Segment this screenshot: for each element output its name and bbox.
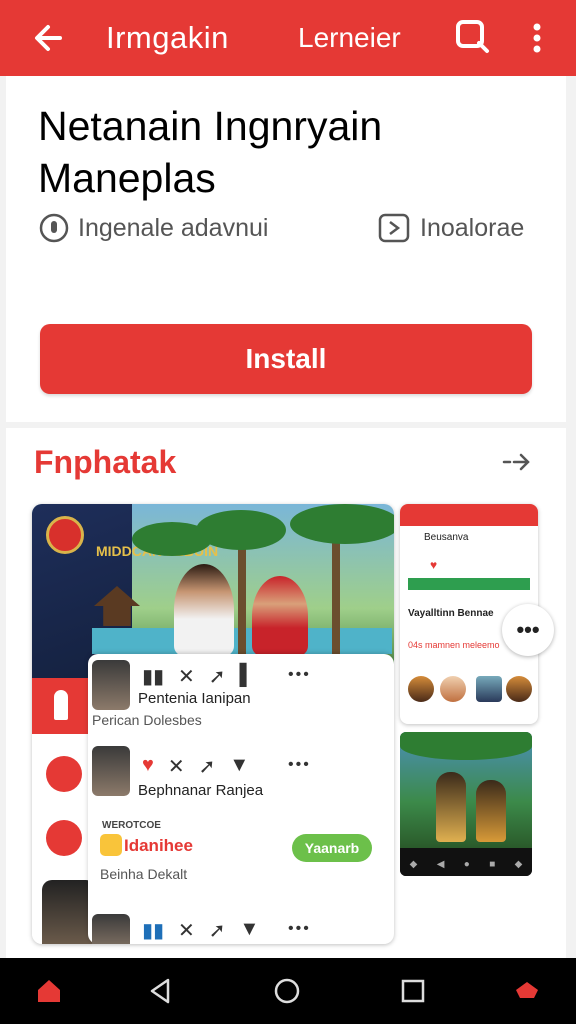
cross-icon[interactable]: ✕ xyxy=(168,754,185,779)
share-icon[interactable]: ➚ xyxy=(199,754,216,779)
screenshot-main[interactable]: MIDDCAN LEBUIN xyxy=(32,504,394,944)
flag-icon[interactable]: ▌ xyxy=(240,664,254,689)
recents-icon[interactable] xyxy=(398,976,428,1006)
promo-subtitle: Beinha Dekalt xyxy=(100,866,188,882)
phone-nav-item: ◆ xyxy=(514,858,523,870)
feed-row[interactable]: ▮▮ ✕ ➚ ▌ ••• Pentenia Ianipan Perican Doles… xyxy=(88,654,394,728)
row-dots: ••• xyxy=(288,666,311,683)
badge-icon xyxy=(100,834,122,856)
meta-developer[interactable]: Ingenale adavnui xyxy=(38,212,268,244)
person-image xyxy=(252,576,308,656)
phone-title: Vayalltinn Bennae xyxy=(408,608,494,619)
phone-meta: 04s mamnen meleemo xyxy=(408,640,500,650)
palm-frond xyxy=(132,522,212,556)
avatar xyxy=(506,676,532,702)
cross-icon[interactable]: ✕ xyxy=(178,664,195,689)
promo-button[interactable]: Yaanarb xyxy=(292,834,372,862)
home-icon[interactable] xyxy=(34,976,64,1006)
phone-heart-icon: ♥ xyxy=(430,558,438,572)
phone-header: Beusanva xyxy=(424,532,469,543)
system-nav-bar xyxy=(0,958,576,1024)
search-icon[interactable] xyxy=(452,16,492,56)
play-square-icon xyxy=(378,213,410,243)
phone-nav-item: ◀ xyxy=(436,858,445,870)
promo-label: WEROTCOE xyxy=(102,820,161,831)
phone-nav-item: ■ xyxy=(489,858,496,870)
top-app-bar: Irmgakin Lerneier xyxy=(0,0,576,76)
app-header-card: Netanain Ingnryain Maneplas Ingenale ada… xyxy=(6,76,566,422)
row-dots: ••• xyxy=(288,756,311,773)
meta-developer-label: Ingenale adavnui xyxy=(78,213,269,242)
flag-icon[interactable]: ▼ xyxy=(240,918,260,943)
action-icons: ▮▮ ✕ ➚ ▼ xyxy=(142,918,259,943)
red-side-tile xyxy=(32,678,88,734)
cross-icon[interactable]: ✕ xyxy=(178,918,195,943)
feed-row[interactable]: ▮▮ ✕ ➚ ▼ ••• xyxy=(88,892,394,944)
palm-trunk xyxy=(238,534,246,654)
phone-status-bar xyxy=(400,504,538,526)
install-button[interactable]: Install xyxy=(40,324,532,394)
red-circle-icon[interactable] xyxy=(46,756,82,792)
more-options-icon[interactable] xyxy=(522,18,552,58)
avatar xyxy=(92,914,130,944)
promo-row[interactable]: WEROTCOE Idanihee Yaanarb Beinha Dekalt xyxy=(88,818,394,888)
back-arrow-icon[interactable] xyxy=(30,18,70,58)
red-circle-icon[interactable] xyxy=(46,820,82,856)
info-circle-icon xyxy=(39,213,69,243)
app-bar-title: Irmgakin xyxy=(106,20,229,55)
app-title: Netanain Ingnryain Maneplas xyxy=(38,103,383,201)
arrow-right-icon[interactable] xyxy=(502,450,532,474)
avatar xyxy=(92,660,130,710)
person-image xyxy=(436,772,466,842)
meta-category[interactable]: Inoalorae xyxy=(378,212,524,244)
avatar xyxy=(440,676,466,702)
share-icon[interactable]: ➚ xyxy=(209,918,226,943)
palm-frond xyxy=(290,504,394,544)
section-title: Fnphatak xyxy=(34,444,177,480)
flag-icon[interactable]: ▼ xyxy=(229,754,249,779)
row-name: Bephnanar Ranjea xyxy=(138,782,264,799)
home-circle-icon[interactable] xyxy=(272,976,302,1006)
back-icon[interactable] xyxy=(146,976,176,1006)
feed-row[interactable]: ♥ ✕ ➚ ▼ ••• Bephnanar Ranjea xyxy=(88,744,394,814)
row-dots: ••• xyxy=(288,920,311,937)
app-screen: Irmgakin Lerneier Netanain Ingnryain Man… xyxy=(0,0,576,1024)
phone-nav-bar: ◆ ◀ ● ■ ◆ xyxy=(400,852,532,876)
like-icon[interactable]: ♥ xyxy=(142,754,154,779)
phone-nav-item: ◆ xyxy=(409,858,418,870)
promo-title: Idanihee xyxy=(124,836,193,855)
avatar xyxy=(92,746,130,796)
phone-green-bar xyxy=(408,578,530,590)
screenshot-phone-2[interactable]: ◆ ◀ ● ■ ◆ xyxy=(400,732,532,876)
row-subtitle: Perican Dolesbes xyxy=(92,712,202,728)
app-bar-subtitle[interactable]: Lerneier xyxy=(298,22,401,54)
more-dots-button[interactable]: ••• xyxy=(502,604,554,656)
person-image xyxy=(174,564,234,656)
emblem-icon xyxy=(46,516,84,554)
phone-scene-image xyxy=(400,732,532,848)
phone-nav-item: ● xyxy=(463,858,470,870)
like-icon[interactable]: ▮▮ xyxy=(142,918,164,943)
bag-icon[interactable] xyxy=(512,976,542,1006)
feed-card: ▮▮ ✕ ➚ ▌ ••• Pentenia Ianipan Perican Doles… xyxy=(88,654,394,944)
meta-category-label: Inoalorae xyxy=(420,213,525,242)
palm-frond xyxy=(400,732,532,760)
row-name: Pentenia Ianipan xyxy=(138,690,251,707)
share-icon[interactable]: ➚ xyxy=(209,664,226,689)
avatar xyxy=(408,676,434,702)
avatar xyxy=(476,676,502,702)
action-icons: ♥ ✕ ➚ ▼ xyxy=(142,754,249,779)
banner-image: MIDDCAN LEBUIN xyxy=(32,504,394,678)
action-icons: ▮▮ ✕ ➚ ▌ xyxy=(142,664,254,689)
like-icon[interactable]: ▮▮ xyxy=(142,664,164,689)
screenshots-section: Fnphatak MIDDCAN LEBUIN xyxy=(6,428,566,958)
person-figure-icon xyxy=(54,690,68,720)
person-image xyxy=(476,780,506,842)
